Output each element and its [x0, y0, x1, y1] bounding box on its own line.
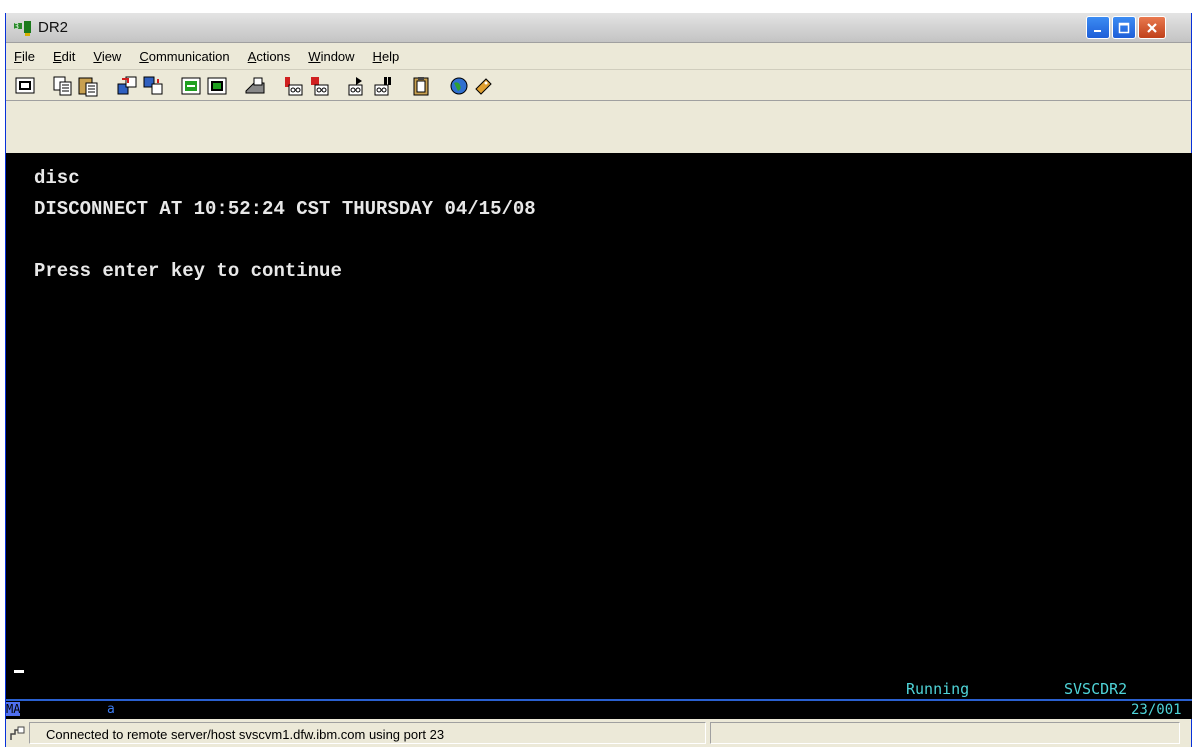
window-title: DR2 — [38, 19, 69, 36]
terminal-line: Press enter key to continue — [34, 260, 342, 282]
oia-session-indicator: a — [107, 702, 115, 717]
session-app-icon: 3 — [14, 20, 34, 36]
maximize-icon — [1118, 22, 1130, 33]
toolbar — [6, 71, 1191, 101]
menu-file[interactable]: File — [11, 47, 38, 66]
minimize-icon — [1094, 29, 1101, 32]
terminal-screen[interactable]: disc DISCONNECT AT 10:52:24 CST THURSDAY… — [6, 153, 1192, 699]
menu-actions[interactable]: Actions — [245, 47, 294, 66]
copy-icon[interactable] — [52, 75, 74, 97]
keyboard-map-icon[interactable] — [180, 75, 202, 97]
close-icon — [1147, 22, 1157, 33]
globe-icon[interactable] — [448, 75, 470, 97]
menu-bar: File Edit View Communication Actions Window He… — [6, 44, 1191, 70]
paste-icon[interactable] — [77, 75, 99, 97]
minimize-button[interactable] — [1086, 16, 1110, 39]
status-panel-secondary — [710, 722, 1180, 744]
macro-play-icon[interactable] — [346, 75, 368, 97]
macro-record-icon[interactable] — [282, 75, 304, 97]
terminal-line: DISCONNECT AT 10:52:24 CST THURSDAY 04/1… — [34, 198, 536, 220]
macro-stop-icon[interactable] — [308, 75, 330, 97]
connection-status-text: Connected to remote server/host svscvm1.… — [46, 727, 445, 742]
operator-info-area: MA a 23/001 — [6, 699, 1192, 719]
cursor-position: 23/001 — [1131, 702, 1182, 718]
oia-ma-indicator: MA — [6, 702, 21, 716]
menu-edit[interactable]: Edit — [50, 47, 78, 66]
help-tag-icon[interactable] — [472, 75, 494, 97]
receive-file-icon[interactable] — [142, 75, 164, 97]
emulator-window: 3 DR2 File Edit View Communication Actions Wi… — [5, 13, 1192, 747]
host-name: SVSCDR2 — [1064, 680, 1128, 698]
terminal-line: disc — [34, 167, 80, 189]
print-screen-icon[interactable] — [244, 75, 266, 97]
color-map-icon[interactable] — [206, 75, 228, 97]
status-bar: Connected to remote server/host svscvm1.… — [6, 719, 1191, 747]
send-file-icon[interactable] — [116, 75, 138, 97]
menu-communication[interactable]: Communication — [136, 47, 232, 66]
svg-text:3: 3 — [14, 22, 19, 31]
close-button[interactable] — [1138, 16, 1166, 39]
menu-help[interactable]: Help — [370, 47, 403, 66]
maximize-button[interactable] — [1112, 16, 1136, 39]
clipboard-icon[interactable] — [410, 75, 432, 97]
menu-view[interactable]: View — [90, 47, 124, 66]
display-setup-icon[interactable] — [14, 75, 36, 97]
session-status: Running — [906, 680, 970, 698]
text-cursor — [14, 670, 24, 673]
menu-window[interactable]: Window — [305, 47, 357, 66]
connection-icon — [9, 726, 27, 742]
title-bar[interactable]: 3 DR2 — [6, 13, 1191, 43]
macro-pause-icon[interactable] — [372, 75, 394, 97]
